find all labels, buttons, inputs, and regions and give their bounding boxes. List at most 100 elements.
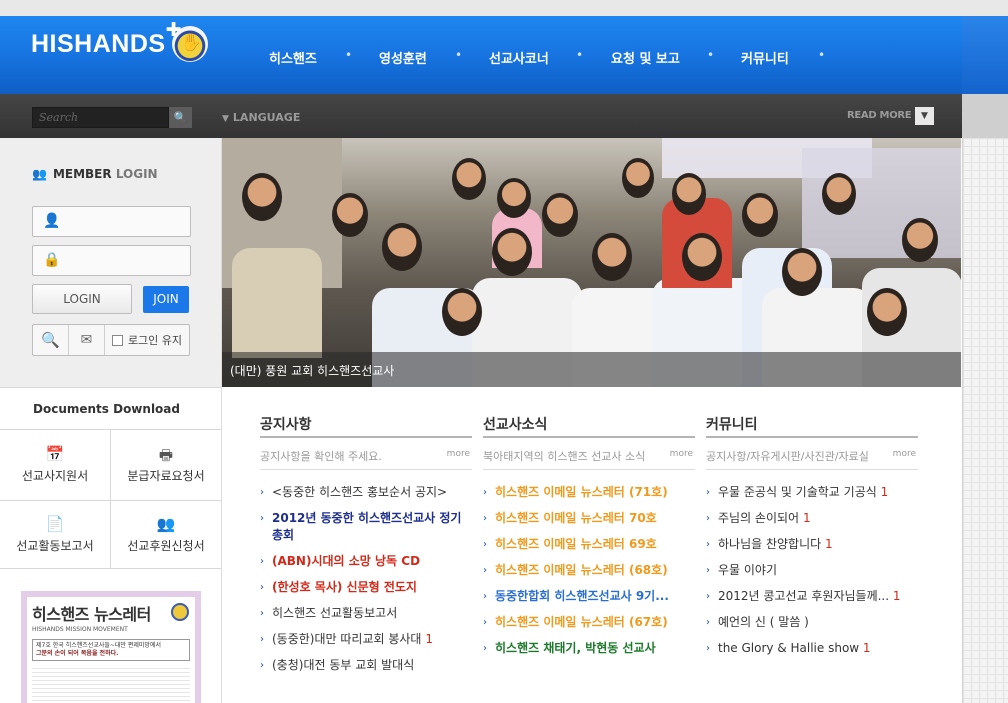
keep-login-label: 로그인 유지	[127, 334, 183, 347]
mail-button[interactable]: ✉	[69, 325, 105, 355]
member-login-title: 👥 MEMBER LOGIN	[32, 167, 158, 181]
username-field[interactable]: 👤	[32, 206, 191, 237]
missionary-news-list: › 히스핸즈 이메일 뉴스레터 (71호) › 히스핸즈 이메일 뉴스레터 70호 …	[483, 484, 695, 657]
community-board-desc: 공지사항/자유게시판/사진관/자료실 more	[706, 438, 918, 470]
missionary-news-board: 선교사소식 북아태지역의 히스핸즈 선교사 소식 more › 히스핸즈 이메일 …	[483, 414, 695, 666]
right-gutter	[962, 138, 1008, 703]
list-item[interactable]: › 우물 준공식 및 기술학교 기공식 1	[706, 484, 918, 501]
list-item[interactable]: › 히스핸즈 선교활동보고서	[260, 605, 472, 622]
keep-login-toggle[interactable]: 로그인 유지	[105, 325, 189, 355]
list-item[interactable]: › 히스핸즈 채태기, 박현동 선교사	[483, 640, 695, 657]
comment-count: 1	[892, 589, 901, 603]
caret-down-icon: ▼	[222, 114, 229, 124]
users-icon: 👥	[32, 167, 47, 181]
notice-board: 공지사항 공지사항을 확인해 주세요. more › <동중한 히스핸즈 홍보순서…	[260, 414, 472, 683]
doc-material-request[interactable]: 🖶 분급자료요청서	[111, 430, 221, 500]
list-item[interactable]: › (한성호 목사) 신문형 전도지	[260, 579, 472, 596]
newsletter-subtitle: HISHANDS MISSION MOVEMENT	[32, 626, 128, 633]
password-field[interactable]: 🔒	[32, 245, 191, 276]
nav-item-hishands[interactable]: 히스핸즈	[269, 48, 317, 67]
search-input[interactable]: Search	[32, 107, 169, 128]
bullet-icon: ›	[483, 643, 487, 654]
list-item[interactable]: › <동중한 히스핸즈 홍보순서 공지>	[260, 484, 472, 501]
user-icon: 👤	[43, 213, 61, 229]
hero-photo[interactable]: (대만) 풍원 교회 히스핸즈선교사	[222, 138, 961, 387]
document-icon: 📄	[45, 515, 65, 533]
list-item[interactable]: › 하나님을 찬양합니다 1	[706, 536, 918, 553]
bullet-icon: ›	[260, 608, 264, 619]
read-more-label: READ MORE	[847, 110, 912, 121]
find-account-button[interactable]: 🔍	[33, 325, 69, 355]
list-item[interactable]: › 히스핸즈 이메일 뉴스레터 69호	[483, 536, 695, 553]
search-button[interactable]: 🔍	[169, 107, 192, 128]
read-more-button[interactable]: ▼	[915, 107, 934, 125]
notice-list: › <동중한 히스핸즈 홍보순서 공지> › 2012년 동중한 히스핸즈선교사 정…	[260, 484, 472, 674]
missionary-news-title: 선교사소식	[483, 414, 695, 438]
bullet-icon: ›	[483, 539, 487, 550]
printer-icon: 🖶	[158, 446, 174, 464]
sidebar: 👥 MEMBER LOGIN 👤 🔒 LOGIN JOIN 🔍 ✉ 로그인 유지 …	[0, 138, 222, 703]
doc-missionary-application[interactable]: 📅 선교사지원서	[0, 430, 110, 500]
chevron-down-icon: ▼	[921, 111, 928, 121]
notice-more-link[interactable]: more	[447, 449, 470, 459]
calendar-icon: 📅	[45, 445, 65, 463]
list-item[interactable]: › (충청)대전 동부 교회 발대식	[260, 657, 472, 674]
nav-item-requests-reports[interactable]: 요청 및 보고	[611, 48, 680, 67]
community-more-link[interactable]: more	[893, 449, 916, 459]
nav-separator: •	[345, 48, 353, 62]
nav-separator: •	[818, 48, 826, 62]
documents-grid: 📅 선교사지원서 🖶 분급자료요청서 📄 선교활동보고서 👥 선교후원신청서	[0, 429, 221, 569]
newsletter-title: 히스핸즈 뉴스레터	[32, 605, 151, 624]
envelope-icon: ✉	[80, 332, 93, 348]
list-item[interactable]: › 예언의 신 ( 말씀 )	[706, 614, 918, 631]
keep-login-checkbox[interactable]	[111, 334, 123, 346]
newsletter-thumbnail[interactable]: 히스핸즈 뉴스레터 HISHANDS MISSION MOVEMENT 제7호 …	[21, 591, 201, 703]
list-item[interactable]: › 히스핸즈 이메일 뉴스레터 (67호)	[483, 614, 695, 631]
list-item[interactable]: › 히스핸즈 이메일 뉴스레터 70호	[483, 510, 695, 527]
site-logo[interactable]: HISHANDS ✚ ✋	[31, 19, 208, 64]
list-item[interactable]: › 히스핸즈 이메일 뉴스레터 (68호)	[483, 562, 695, 579]
notice-board-desc: 공지사항을 확인해 주세요. more	[260, 438, 472, 470]
list-item[interactable]: › 동중한합회 히스핸즈선교사 9기...	[483, 588, 695, 605]
list-item[interactable]: › 히스핸즈 이메일 뉴스레터 (71호)	[483, 484, 695, 501]
login-utilities: 🔍 ✉ 로그인 유지	[32, 324, 190, 356]
join-button[interactable]: JOIN	[143, 286, 189, 313]
list-item[interactable]: › (동중한)대만 따리교회 봉사대 1	[260, 631, 472, 648]
bullet-icon: ›	[260, 634, 264, 645]
list-item[interactable]: › 주님의 손이되어 1	[706, 510, 918, 527]
doc-activity-report[interactable]: 📄 선교활동보고서	[0, 500, 110, 570]
bullet-icon: ›	[260, 660, 264, 671]
comment-count: 1	[425, 632, 433, 646]
community-list: › 우물 준공식 및 기술학교 기공식 1 › 주님의 손이되어 1 › 하나님을 찬…	[706, 484, 918, 657]
list-item[interactable]: › 우물 이야기	[706, 562, 918, 579]
bullet-icon: ›	[260, 513, 264, 524]
nav-item-missionary-corner[interactable]: 선교사코너	[489, 48, 549, 67]
doc-sponsorship-application[interactable]: 👥 선교후원신청서	[111, 500, 221, 570]
list-item[interactable]: › (ABN)시대의 소망 낭독 CD	[260, 553, 472, 570]
login-button[interactable]: LOGIN	[32, 284, 132, 314]
nav-item-spiritual-training[interactable]: 영성훈련	[379, 48, 427, 67]
list-item[interactable]: › the Glory & Hallie show 1	[706, 640, 918, 657]
bullet-icon: ›	[483, 513, 487, 524]
bullet-icon: ›	[706, 513, 710, 524]
bullet-icon: ›	[260, 556, 264, 567]
bullet-icon: ›	[706, 591, 710, 602]
newsletter-headline-box: 제7호 한국 히스핸즈선교사들~대만 편제미망에서 그분의 손이 되어 복음을 …	[32, 639, 190, 661]
notice-board-title: 공지사항	[260, 414, 472, 438]
language-selector[interactable]: ▼ LANGUAGE	[222, 111, 300, 124]
logo-text: HISHANDS	[31, 29, 166, 58]
bullet-icon: ›	[260, 582, 264, 593]
hero-caption: (대만) 풍원 교회 히스핸즈선교사	[222, 352, 961, 387]
bullet-icon: ›	[483, 565, 487, 576]
missionary-news-more-link[interactable]: more	[670, 449, 693, 459]
list-item[interactable]: › 2012년 동중한 히스핸즈선교사 정기총회	[260, 510, 472, 544]
list-item[interactable]: › 2012년 콩고선교 후원자님들께... 1	[706, 588, 918, 605]
comment-count: 1	[825, 537, 833, 551]
nav-separator: •	[455, 48, 463, 62]
search-icon: 🔍	[173, 111, 188, 124]
nav-item-community[interactable]: 커뮤니티	[741, 48, 789, 67]
newsletter-issue: 제7호	[36, 642, 51, 649]
community-board: 커뮤니티 공지사항/자유게시판/사진관/자료실 more › 우물 준공식 및 기…	[706, 414, 918, 666]
main-content: (대만) 풍원 교회 히스핸즈선교사 공지사항 공지사항을 확인해 주세요. m…	[222, 138, 962, 703]
language-label: LANGUAGE	[232, 111, 301, 124]
